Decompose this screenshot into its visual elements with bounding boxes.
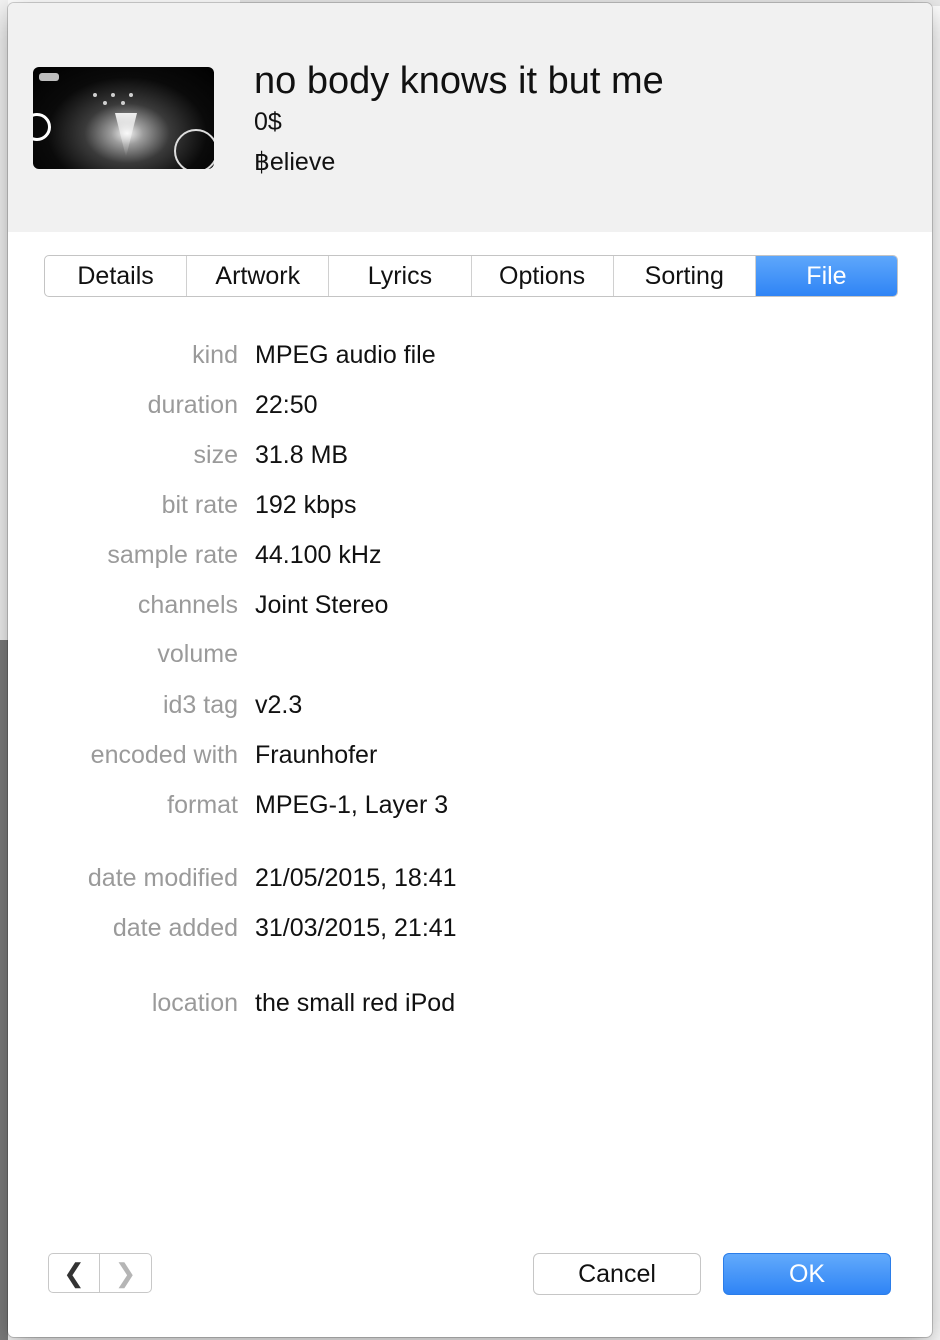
info-label: date modified — [87, 864, 238, 892]
background-sidebar — [0, 0, 8, 640]
info-value: MPEG audio file — [255, 341, 436, 369]
tab-options[interactable]: Options — [472, 256, 614, 296]
info-value: MPEG-1, Layer 3 — [255, 791, 449, 819]
info-label: id3 tag — [162, 691, 238, 719]
info-value: 44.100 kHz — [255, 541, 382, 569]
info-row-date-modified: date modified 21/05/2015, 18:41 — [8, 864, 932, 896]
info-row-bit-rate: bit rate 192 kbps — [8, 491, 932, 523]
info-row-channels: channels Joint Stereo — [8, 591, 932, 623]
artwork-dot — [129, 93, 133, 97]
track-navigation: ❮ ❯ — [48, 1253, 152, 1293]
info-label: channels — [137, 591, 238, 619]
artwork-beam — [115, 113, 137, 157]
info-label: date added — [112, 914, 238, 942]
info-value: 192 kbps — [255, 491, 357, 519]
background-shadow — [0, 640, 8, 1340]
info-row-location: location the small red iPod — [8, 989, 932, 1021]
dialog-header: no body knows it but me 0$ ฿elieve — [8, 3, 932, 232]
info-value: Joint Stereo — [255, 591, 389, 619]
info-row-sample-rate: sample rate 44.100 kHz — [8, 541, 932, 573]
info-row-id3-tag: id3 tag v2.3 — [8, 691, 932, 723]
info-label: duration — [147, 391, 238, 419]
chevron-right-icon: ❯ — [114, 1257, 137, 1288]
ok-button[interactable]: OK — [723, 1253, 891, 1295]
info-value: 31/03/2015, 21:41 — [255, 914, 457, 942]
artwork-logo — [39, 73, 59, 81]
info-value: v2.3 — [255, 691, 303, 719]
info-label: kind — [192, 341, 238, 369]
artwork-dot — [93, 93, 97, 97]
info-tab-bar: Details Artwork Lyrics Options Sorting F… — [44, 255, 898, 297]
info-row-duration: duration 22:50 — [8, 391, 932, 423]
info-label: location — [151, 989, 238, 1017]
artwork-corner — [174, 129, 214, 169]
cancel-button[interactable]: Cancel — [533, 1253, 701, 1295]
info-label: volume — [157, 640, 238, 668]
info-row-encoded-with: encoded with Fraunhofer — [8, 741, 932, 773]
artwork-dot — [103, 101, 107, 105]
info-row-volume: volume — [8, 640, 932, 672]
artist-name: 0$ — [254, 108, 282, 136]
tab-artwork[interactable]: Artwork — [187, 256, 330, 296]
info-row-kind: kind MPEG audio file — [8, 341, 932, 373]
info-label: encoded with — [90, 741, 238, 769]
artwork-ring — [33, 113, 51, 141]
info-row-date-added: date added 31/03/2015, 21:41 — [8, 914, 932, 946]
album-artwork[interactable] — [33, 67, 214, 169]
tab-sorting[interactable]: Sorting — [614, 256, 756, 296]
info-label: format — [167, 791, 238, 819]
info-label: sample rate — [107, 541, 238, 569]
song-title: no body knows it but me — [254, 60, 664, 102]
info-row-format: format MPEG-1, Layer 3 — [8, 791, 932, 823]
artwork-dot — [121, 101, 125, 105]
album-name: ฿elieve — [254, 148, 336, 176]
song-info-dialog: no body knows it but me 0$ ฿elieve Detai… — [8, 3, 932, 1337]
tab-lyrics[interactable]: Lyrics — [329, 256, 472, 296]
previous-track-button[interactable]: ❮ — [48, 1253, 100, 1293]
info-value: 31.8 MB — [255, 441, 349, 469]
info-row-size: size 31.8 MB — [8, 441, 932, 473]
info-value: the small red iPod — [255, 989, 456, 1017]
info-value: 22:50 — [255, 391, 318, 419]
artwork-dot — [111, 93, 115, 97]
info-label: size — [193, 441, 238, 469]
info-label: bit rate — [161, 491, 238, 519]
tab-details[interactable]: Details — [45, 256, 188, 296]
next-track-button[interactable]: ❯ — [100, 1253, 152, 1293]
chevron-left-icon: ❮ — [63, 1257, 85, 1288]
tab-file[interactable]: File — [755, 256, 897, 296]
info-value: Fraunhofer — [255, 741, 378, 769]
info-value: 21/05/2015, 18:41 — [255, 864, 457, 892]
